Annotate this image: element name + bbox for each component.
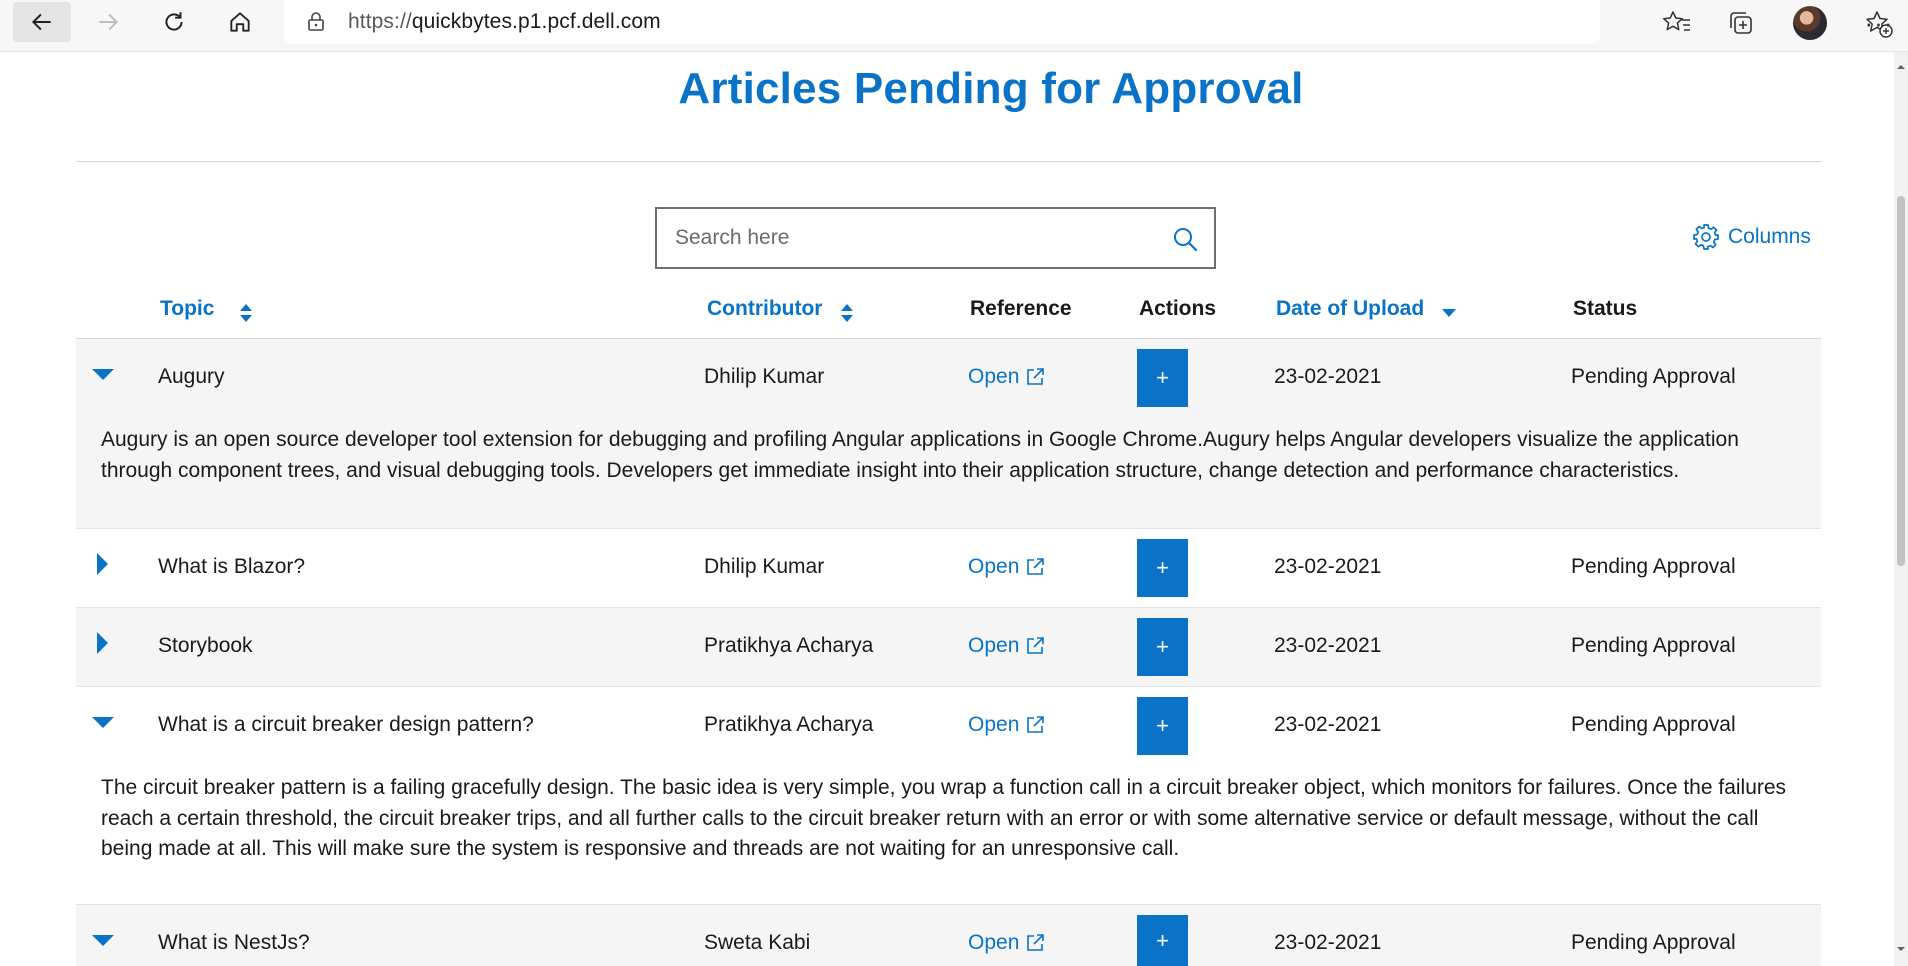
expand-caret-icon[interactable] (90, 630, 116, 656)
add-action-button[interactable]: + (1137, 539, 1188, 597)
sort-topic-icon[interactable] (238, 302, 254, 324)
search-box (655, 207, 1216, 269)
columns-label: Columns (1728, 225, 1811, 248)
contributor-cell: Dhilip Kumar (704, 555, 825, 578)
open-label: Open (968, 713, 1020, 736)
topic-cell: What is a circuit breaker design pattern… (158, 713, 534, 736)
favorites-icon (1662, 11, 1690, 31)
columns-button[interactable]: Columns (1692, 223, 1811, 251)
title-divider (76, 161, 1821, 162)
contributor-cell: Pratikhya Acharya (704, 713, 874, 736)
more-menu-icon[interactable]: ··· (1862, 6, 1896, 40)
open-label: Open (968, 555, 1020, 578)
table-row: Storybook Pratikhya Acharya Open + 23-02… (76, 608, 1821, 687)
back-button[interactable] (13, 2, 71, 42)
open-label: Open (968, 634, 1020, 657)
browser-toolbar: https://quickbytes.p1.pcf.dell.com ··· (0, 0, 1908, 52)
open-label: Open (968, 365, 1020, 388)
date-cell: 23-02-2021 (1274, 365, 1382, 388)
header-topic[interactable]: Topic (160, 297, 214, 321)
header-date-of-upload[interactable]: Date of Upload (1276, 297, 1424, 321)
add-action-button[interactable]: + (1137, 349, 1188, 407)
url-protocol: https:// (348, 10, 412, 33)
scroll-down-icon[interactable] (1896, 944, 1906, 954)
header-reference: Reference (970, 297, 1072, 320)
header-actions: Actions (1139, 297, 1217, 320)
arrow-left-icon (31, 13, 51, 31)
open-reference-link[interactable]: Open (968, 555, 1045, 579)
add-action-button[interactable]: + (1137, 618, 1188, 676)
external-link-icon (1027, 716, 1045, 733)
address-bar[interactable]: https://quickbytes.p1.pcf.dell.com (284, 0, 1893, 44)
topic-cell: What is Blazor? (158, 555, 306, 578)
row-description: Augury is an open source developer tool … (101, 428, 1739, 482)
lock-icon (308, 12, 324, 31)
add-action-button[interactable]: + (1137, 697, 1188, 755)
topic-cell: What is NestJs? (158, 931, 310, 954)
date-cell: 23-02-2021 (1274, 931, 1382, 954)
date-cell: 23-02-2021 (1274, 555, 1382, 578)
open-reference-link[interactable]: Open (968, 634, 1045, 658)
table-row: Augury Dhilip Kumar Open + 23-02-2021 Pe… (76, 339, 1821, 529)
url-text[interactable]: https://quickbytes.p1.pcf.dell.com (348, 10, 661, 34)
arrow-right-icon (99, 13, 119, 31)
collections-button[interactable] (1724, 6, 1758, 40)
contributor-cell: Dhilip Kumar (704, 365, 825, 388)
header-contributor[interactable]: Contributor (707, 297, 822, 321)
external-link-icon (1027, 558, 1045, 575)
open-reference-link[interactable]: Open (968, 713, 1045, 737)
status-cell: Pending Approval (1571, 713, 1736, 736)
gear-icon (1693, 224, 1719, 250)
status-cell: Pending Approval (1571, 555, 1736, 578)
add-action-button[interactable]: + (1137, 915, 1188, 966)
collapse-caret-icon[interactable] (90, 709, 116, 735)
reload-button[interactable] (146, 0, 202, 44)
sort-desc-icon[interactable] (1441, 307, 1457, 329)
external-link-icon (1027, 934, 1045, 951)
expand-caret-icon[interactable] (90, 551, 116, 577)
contributor-cell: Pratikhya Acharya (704, 634, 874, 657)
row-description: The circuit breaker pattern is a failing… (101, 776, 1787, 860)
open-reference-link[interactable]: Open (968, 931, 1045, 955)
table-row: What is a circuit breaker design pattern… (76, 687, 1821, 905)
table-row: What is Blazor? Dhilip Kumar Open + 23-0… (76, 529, 1821, 608)
header-status: Status (1573, 297, 1638, 320)
scrollbar-thumb[interactable] (1897, 196, 1905, 566)
search-icon[interactable] (1171, 225, 1199, 253)
table-row: What is NestJs? Sweta Kabi Open + 23-02-… (76, 905, 1821, 966)
status-cell: Pending Approval (1571, 931, 1736, 954)
favorites-button[interactable] (1660, 6, 1694, 40)
open-reference-link[interactable]: Open (968, 365, 1045, 389)
profile-avatar[interactable] (1793, 6, 1827, 40)
search-input[interactable] (675, 223, 1155, 253)
reload-icon (165, 12, 183, 31)
external-link-icon (1027, 368, 1045, 385)
url-host: quickbytes.p1.pcf.dell.com (411, 10, 661, 33)
sort-contributor-icon[interactable] (839, 302, 855, 324)
topic-cell: Storybook (158, 634, 253, 657)
page-title: Articles Pending for Approval (678, 64, 1304, 113)
open-label: Open (968, 931, 1020, 954)
date-cell: 23-02-2021 (1274, 634, 1382, 657)
home-button[interactable] (212, 0, 268, 44)
external-link-icon (1027, 637, 1045, 654)
collapse-caret-icon[interactable] (90, 361, 116, 387)
status-cell: Pending Approval (1571, 365, 1736, 388)
topic-cell: Augury (158, 365, 225, 388)
forward-button[interactable] (80, 0, 136, 44)
date-cell: 23-02-2021 (1274, 713, 1382, 736)
status-cell: Pending Approval (1571, 634, 1736, 657)
contributor-cell: Sweta Kabi (704, 931, 811, 954)
collapse-caret-icon[interactable] (90, 927, 116, 953)
home-icon (230, 12, 250, 32)
collections-icon (1730, 12, 1752, 34)
